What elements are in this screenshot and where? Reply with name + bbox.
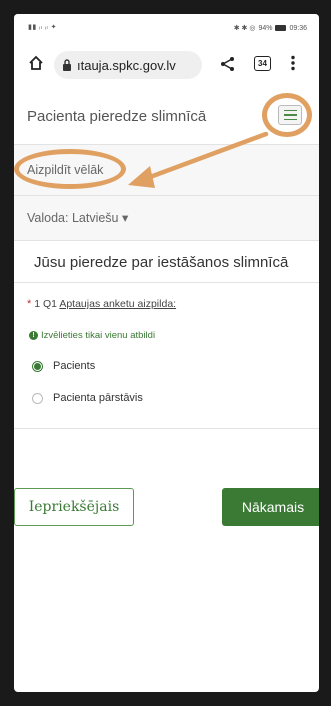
question-label: * 1 Q1 Aptaujas anketu aizpilda: bbox=[27, 298, 176, 310]
divider bbox=[14, 282, 319, 283]
survey-header: Pacienta pieredze slimnīcā bbox=[14, 84, 319, 145]
divider bbox=[14, 428, 319, 429]
annotation-circle-menu bbox=[262, 93, 312, 137]
hint-text: Izvēlieties tikai vienu atbildi bbox=[41, 330, 156, 341]
survey-title: Pacienta pieredze slimnīcā bbox=[27, 108, 207, 125]
address-bar[interactable]: ıtauja.spkc.gov.lv bbox=[54, 51, 202, 79]
language-selector[interactable]: Valoda: Latviešu ▾ bbox=[27, 210, 128, 225]
language-row: Valoda: Latviešu ▾ bbox=[14, 196, 319, 241]
browser-toolbar: ıtauja.spkc.gov.lv 34 bbox=[14, 44, 319, 85]
home-icon[interactable] bbox=[28, 55, 44, 71]
fill-later-row[interactable]: Aizpildīt vēlāk bbox=[14, 145, 319, 196]
battery-percent: 94% bbox=[258, 24, 273, 32]
tab-count: 34 bbox=[258, 59, 267, 68]
status-bar: ▮▮ ᵢₗ ᵢₗ ✦ ✱ ✱ ◎ 94% 09:36 bbox=[14, 14, 319, 44]
question-text: Aptaujas anketu aizpilda: bbox=[59, 298, 177, 310]
more-menu-icon[interactable] bbox=[290, 55, 296, 71]
signal-icons: ▮▮ ᵢₗ ᵢₗ ✦ bbox=[28, 24, 57, 31]
lock-icon bbox=[63, 59, 71, 71]
url-text: ıtauja.spkc.gov.lv bbox=[77, 57, 176, 73]
status-icons: ✱ ✱ ◎ bbox=[233, 25, 256, 32]
radio-selected[interactable] bbox=[32, 360, 43, 372]
question-code: Q1 bbox=[42, 298, 57, 310]
question-number: 1 bbox=[34, 298, 41, 310]
share-icon[interactable] bbox=[220, 56, 236, 72]
status-right: ✱ ✱ ◎ 94% 09:36 bbox=[233, 24, 307, 33]
option-label: Pacients bbox=[53, 360, 96, 372]
question-hint: ! Izvēlieties tikai vienu atbildi bbox=[29, 330, 155, 341]
annotation-circle-fill-later bbox=[14, 149, 126, 189]
page-title: Jūsu pieredze par iestāšanos slimnīcā bbox=[34, 254, 289, 271]
battery-icon bbox=[275, 25, 287, 31]
next-button[interactable]: Nākamais bbox=[222, 488, 319, 526]
option-pacients[interactable]: Pacients bbox=[32, 360, 95, 372]
tab-switcher-button[interactable]: 34 bbox=[254, 56, 271, 71]
info-icon: ! bbox=[29, 331, 38, 340]
phone-screen: ▮▮ ᵢₗ ᵢₗ ✦ ✱ ✱ ◎ 94% 09:36 ıtauja.spkc.g… bbox=[14, 14, 319, 692]
option-pacienta-parstavis[interactable]: Pacienta pārstāvis bbox=[32, 392, 143, 404]
radio-unselected[interactable] bbox=[32, 392, 43, 404]
previous-button[interactable]: Iepriekšējais bbox=[14, 488, 134, 526]
option-label: Pacienta pārstāvis bbox=[53, 392, 143, 404]
language-label: Valoda: Latviešu bbox=[27, 211, 119, 225]
caret-down-icon: ▾ bbox=[121, 211, 129, 225]
required-asterisk: * bbox=[27, 298, 32, 310]
clock: 09:36 bbox=[289, 24, 307, 32]
